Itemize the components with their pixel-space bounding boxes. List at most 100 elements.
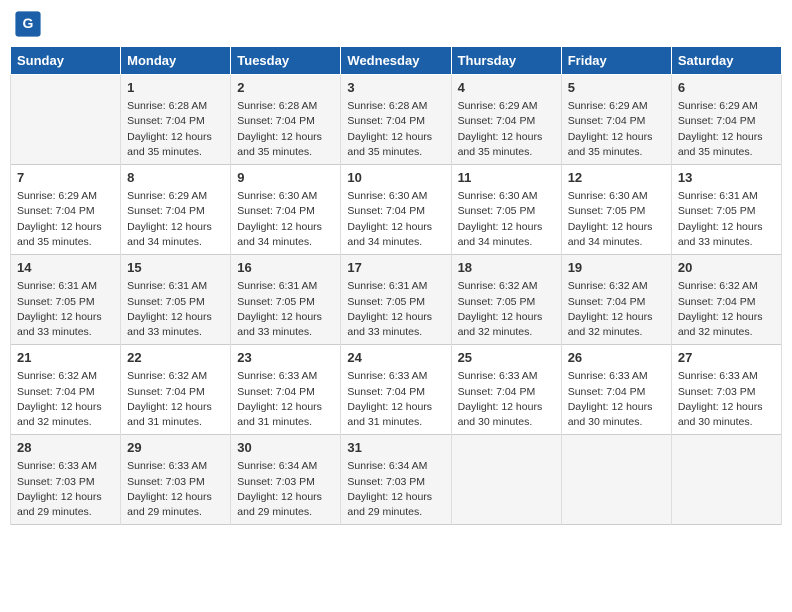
calendar-cell: 8 Sunrise: 6:29 AMSunset: 7:04 PMDaylight… [121, 165, 231, 255]
day-info: Sunrise: 6:30 AMSunset: 7:05 PMDaylight:… [568, 189, 665, 250]
calendar-cell: 4Sunrise: 6:29 AMSunset: 7:04 PMDaylight… [451, 75, 561, 165]
header-day-friday: Friday [561, 47, 671, 75]
calendar-cell: 22 Sunrise: 6:32 AMSunset: 7:04 PMDayligh… [121, 345, 231, 435]
header-day-thursday: Thursday [451, 47, 561, 75]
calendar-cell: 10 Sunrise: 6:30 AMSunset: 7:04 PMDayligh… [341, 165, 451, 255]
day-info: Sunrise: 6:33 AMSunset: 7:03 PMDaylight:… [127, 459, 224, 520]
day-info: Sunrise: 6:30 AMSunset: 7:04 PMDaylight:… [347, 189, 444, 250]
calendar-week-2: 7Sunrise: 6:29 AMSunset: 7:04 PMDaylight… [11, 165, 782, 255]
logo: G [14, 10, 44, 38]
calendar-cell: 2 Sunrise: 6:28 AMSunset: 7:04 PMDaylight… [231, 75, 341, 165]
day-info: Sunrise: 6:28 AMSunset: 7:04 PMDaylight:… [127, 99, 224, 160]
day-number: 3 [347, 79, 444, 97]
day-number: 8 [127, 169, 224, 187]
day-info: Sunrise: 6:33 AMSunset: 7:04 PMDaylight:… [458, 369, 555, 430]
day-info: Sunrise: 6:29 AMSunset: 7:04 PMDaylight:… [678, 99, 775, 160]
day-number: 27 [678, 349, 775, 367]
day-info: Sunrise: 6:31 AMSunset: 7:05 PMDaylight:… [237, 279, 334, 340]
day-info: Sunrise: 6:34 AMSunset: 7:03 PMDaylight:… [237, 459, 334, 520]
calendar-cell: 24 Sunrise: 6:33 AMSunset: 7:04 PMDayligh… [341, 345, 451, 435]
page-header: G [10, 10, 782, 38]
calendar-week-3: 14 Sunrise: 6:31 AMSunset: 7:05 PMDayligh… [11, 255, 782, 345]
day-info: Sunrise: 6:32 AMSunset: 7:05 PMDaylight:… [458, 279, 555, 340]
day-info: Sunrise: 6:32 AMSunset: 7:04 PMDaylight:… [17, 369, 114, 430]
day-number: 28 [17, 439, 114, 457]
day-info: Sunrise: 6:33 AMSunset: 7:03 PMDaylight:… [678, 369, 775, 430]
day-info: Sunrise: 6:28 AMSunset: 7:04 PMDaylight:… [237, 99, 334, 160]
header-day-tuesday: Tuesday [231, 47, 341, 75]
day-number: 21 [17, 349, 114, 367]
day-number: 22 [127, 349, 224, 367]
day-info: Sunrise: 6:32 AMSunset: 7:04 PMDaylight:… [678, 279, 775, 340]
day-number: 14 [17, 259, 114, 277]
calendar-cell [11, 75, 121, 165]
day-number: 25 [458, 349, 555, 367]
day-number: 6 [678, 79, 775, 97]
calendar-cell: 28 Sunrise: 6:33 AMSunset: 7:03 PMDayligh… [11, 435, 121, 525]
day-number: 5 [568, 79, 665, 97]
day-info: Sunrise: 6:33 AMSunset: 7:04 PMDaylight:… [237, 369, 334, 430]
day-number: 30 [237, 439, 334, 457]
day-number: 1 [127, 79, 224, 97]
day-number: 2 [237, 79, 334, 97]
day-info: Sunrise: 6:33 AMSunset: 7:04 PMDaylight:… [568, 369, 665, 430]
day-number: 16 [237, 259, 334, 277]
calendar-cell: 19Sunrise: 6:32 AMSunset: 7:04 PMDayligh… [561, 255, 671, 345]
day-number: 18 [458, 259, 555, 277]
day-info: Sunrise: 6:30 AMSunset: 7:05 PMDaylight:… [458, 189, 555, 250]
header-day-wednesday: Wednesday [341, 47, 451, 75]
day-info: Sunrise: 6:31 AMSunset: 7:05 PMDaylight:… [678, 189, 775, 250]
calendar-cell: 14 Sunrise: 6:31 AMSunset: 7:05 PMDayligh… [11, 255, 121, 345]
day-info: Sunrise: 6:31 AMSunset: 7:05 PMDaylight:… [17, 279, 114, 340]
calendar-cell: 31 Sunrise: 6:34 AMSunset: 7:03 PMDayligh… [341, 435, 451, 525]
calendar-week-4: 21 Sunrise: 6:32 AMSunset: 7:04 PMDayligh… [11, 345, 782, 435]
calendar-cell: 16 Sunrise: 6:31 AMSunset: 7:05 PMDayligh… [231, 255, 341, 345]
day-number: 9 [237, 169, 334, 187]
calendar-cell: 17Sunrise: 6:31 AMSunset: 7:05 PMDayligh… [341, 255, 451, 345]
day-number: 29 [127, 439, 224, 457]
calendar-cell: 9 Sunrise: 6:30 AMSunset: 7:04 PMDaylight… [231, 165, 341, 255]
logo-icon: G [14, 10, 42, 38]
calendar-cell [671, 435, 781, 525]
calendar-cell: 12Sunrise: 6:30 AMSunset: 7:05 PMDayligh… [561, 165, 671, 255]
calendar-cell: 21 Sunrise: 6:32 AMSunset: 7:04 PMDayligh… [11, 345, 121, 435]
day-number: 10 [347, 169, 444, 187]
calendar-cell: 29 Sunrise: 6:33 AMSunset: 7:03 PMDayligh… [121, 435, 231, 525]
calendar-cell: 30 Sunrise: 6:34 AMSunset: 7:03 PMDayligh… [231, 435, 341, 525]
day-info: Sunrise: 6:29 AMSunset: 7:04 PMDaylight:… [458, 99, 555, 160]
day-info: Sunrise: 6:33 AMSunset: 7:04 PMDaylight:… [347, 369, 444, 430]
day-info: Sunrise: 6:32 AMSunset: 7:04 PMDaylight:… [127, 369, 224, 430]
day-number: 31 [347, 439, 444, 457]
day-info: Sunrise: 6:29 AMSunset: 7:04 PMDaylight:… [568, 99, 665, 160]
calendar-cell: 27 Sunrise: 6:33 AMSunset: 7:03 PMDayligh… [671, 345, 781, 435]
day-info: Sunrise: 6:34 AMSunset: 7:03 PMDaylight:… [347, 459, 444, 520]
calendar-cell: 15Sunrise: 6:31 AMSunset: 7:05 PMDayligh… [121, 255, 231, 345]
calendar-week-5: 28 Sunrise: 6:33 AMSunset: 7:03 PMDayligh… [11, 435, 782, 525]
svg-text:G: G [23, 15, 34, 31]
calendar-cell: 5 Sunrise: 6:29 AMSunset: 7:04 PMDaylight… [561, 75, 671, 165]
calendar-cell: 18 Sunrise: 6:32 AMSunset: 7:05 PMDayligh… [451, 255, 561, 345]
day-info: Sunrise: 6:31 AMSunset: 7:05 PMDaylight:… [127, 279, 224, 340]
calendar-cell: 23Sunrise: 6:33 AMSunset: 7:04 PMDayligh… [231, 345, 341, 435]
day-info: Sunrise: 6:30 AMSunset: 7:04 PMDaylight:… [237, 189, 334, 250]
day-number: 26 [568, 349, 665, 367]
calendar-cell: 26 Sunrise: 6:33 AMSunset: 7:04 PMDayligh… [561, 345, 671, 435]
calendar-cell: 11Sunrise: 6:30 AMSunset: 7:05 PMDayligh… [451, 165, 561, 255]
calendar-cell [451, 435, 561, 525]
day-number: 19 [568, 259, 665, 277]
day-info: Sunrise: 6:28 AMSunset: 7:04 PMDaylight:… [347, 99, 444, 160]
calendar-header: SundayMondayTuesdayWednesdayThursdayFrid… [11, 47, 782, 75]
calendar-week-1: 1 Sunrise: 6:28 AMSunset: 7:04 PMDaylight… [11, 75, 782, 165]
calendar-cell [561, 435, 671, 525]
day-info: Sunrise: 6:29 AMSunset: 7:04 PMDaylight:… [127, 189, 224, 250]
calendar-body: 1 Sunrise: 6:28 AMSunset: 7:04 PMDaylight… [11, 75, 782, 525]
calendar-cell: 6 Sunrise: 6:29 AMSunset: 7:04 PMDaylight… [671, 75, 781, 165]
header-day-sunday: Sunday [11, 47, 121, 75]
calendar-cell: 3 Sunrise: 6:28 AMSunset: 7:04 PMDaylight… [341, 75, 451, 165]
day-number: 24 [347, 349, 444, 367]
calendar-table: SundayMondayTuesdayWednesdayThursdayFrid… [10, 46, 782, 525]
header-row: SundayMondayTuesdayWednesdayThursdayFrid… [11, 47, 782, 75]
day-number: 17 [347, 259, 444, 277]
header-day-saturday: Saturday [671, 47, 781, 75]
day-info: Sunrise: 6:33 AMSunset: 7:03 PMDaylight:… [17, 459, 114, 520]
